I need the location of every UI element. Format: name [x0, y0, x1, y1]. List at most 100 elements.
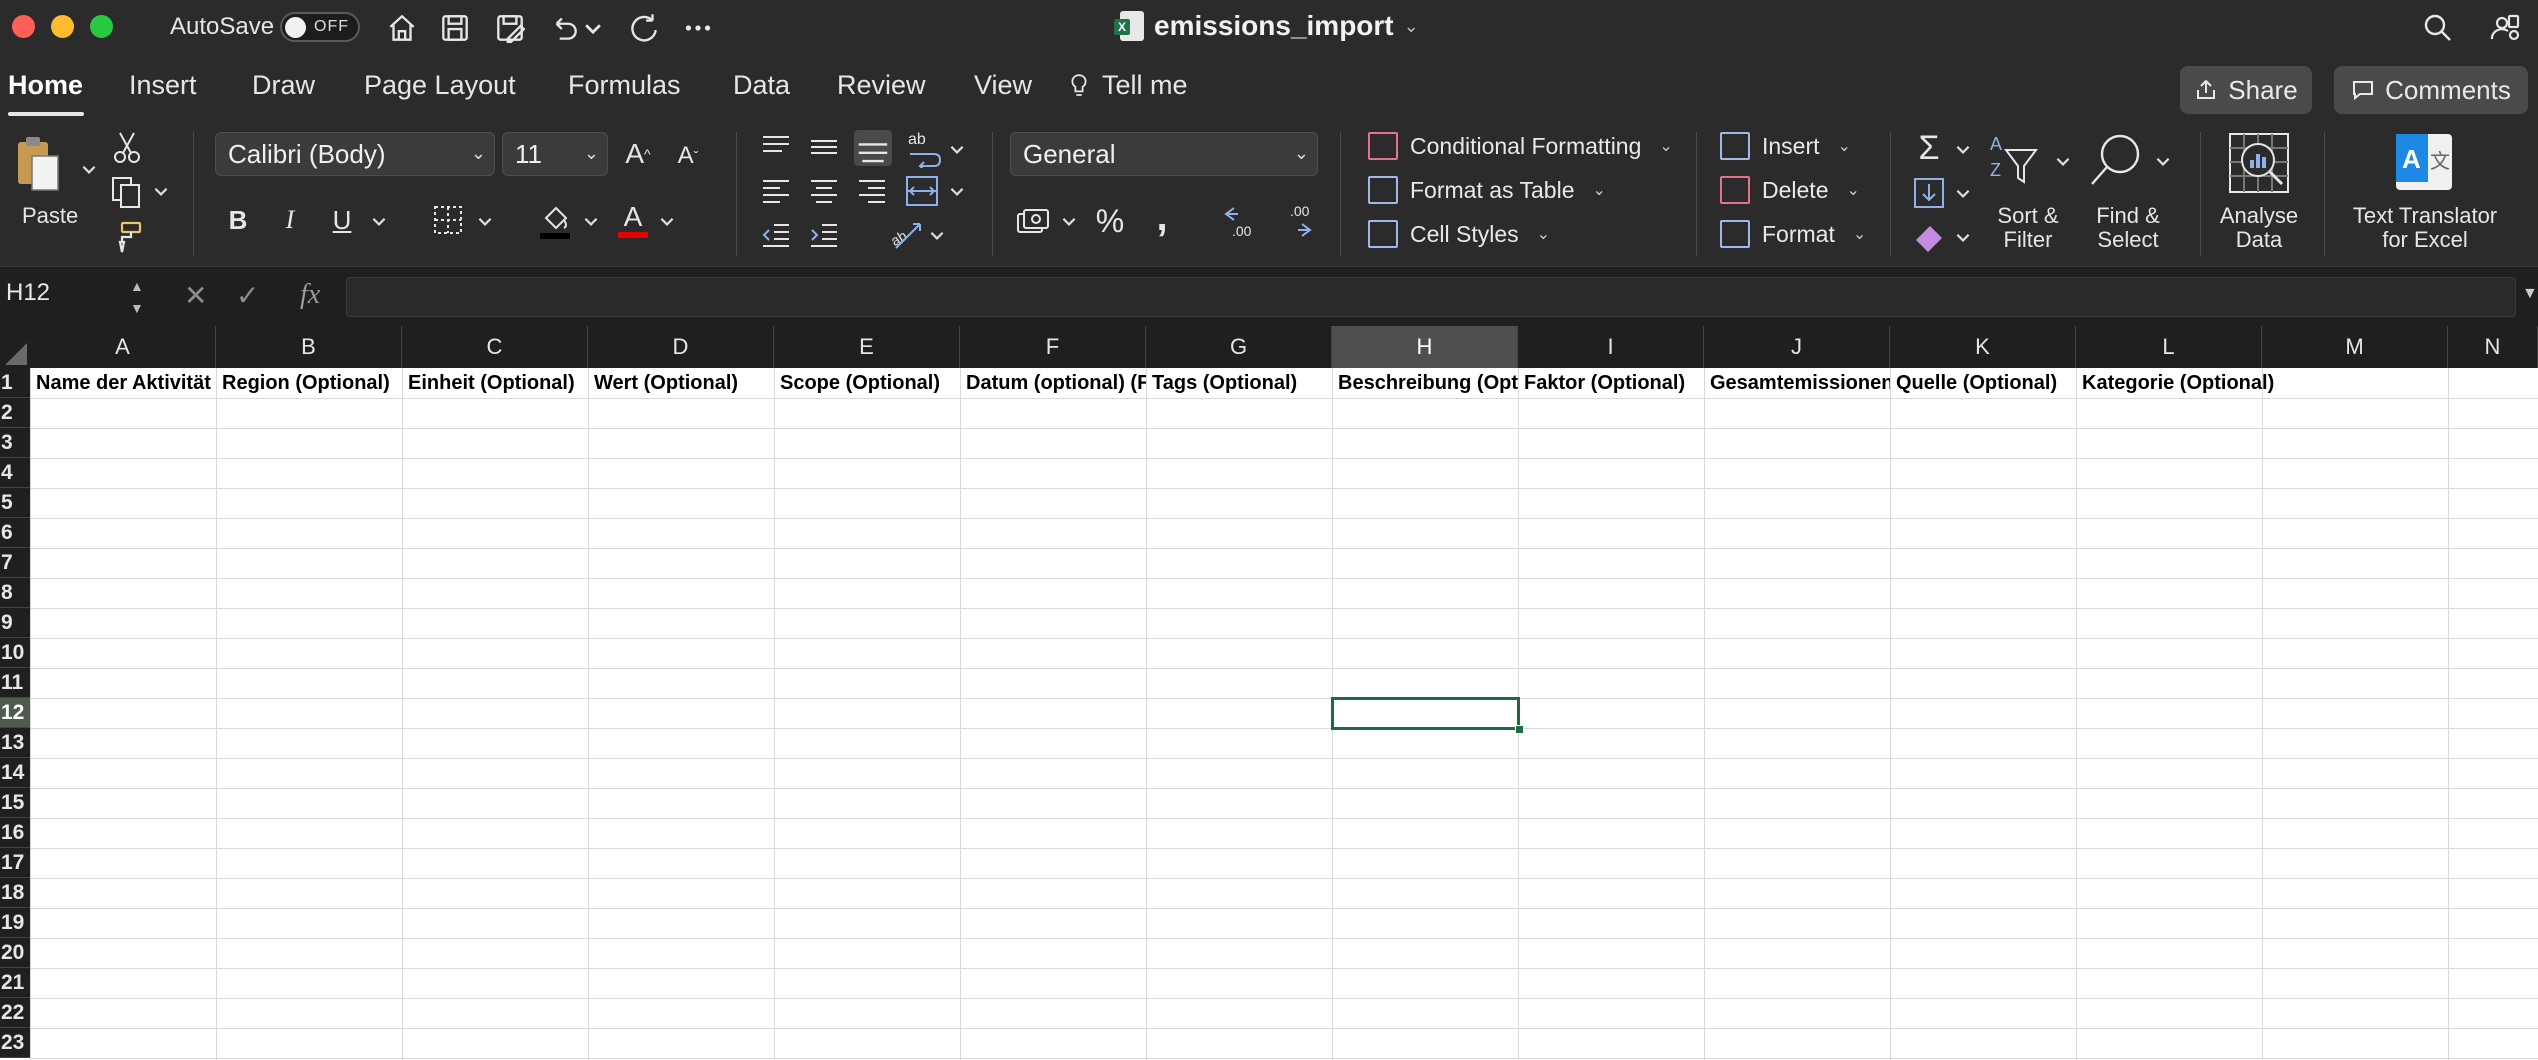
tab-view[interactable]: View: [974, 70, 1032, 101]
decrease-decimal-icon[interactable]: .00: [1276, 202, 1316, 242]
column-header-n[interactable]: N: [2448, 326, 2538, 368]
tab-insert[interactable]: Insert: [129, 70, 197, 101]
autosum-dropdown-chevron-icon[interactable]: [1954, 140, 1972, 158]
header-cell-f1[interactable]: Datum (optional) (Format: YYYY-MM-DD): [960, 368, 1146, 398]
column-header-g[interactable]: G: [1146, 326, 1332, 368]
autosave-toggle[interactable]: OFF: [280, 12, 360, 42]
zoom-window-button[interactable]: [90, 15, 113, 38]
column-header-h[interactable]: H: [1332, 326, 1518, 368]
cell-styles-button[interactable]: Cell Styles ⌄: [1368, 220, 1550, 248]
row-header-5[interactable]: 5: [0, 488, 30, 518]
column-header-k[interactable]: K: [1890, 326, 2076, 368]
wrap-text-dropdown-chevron-icon[interactable]: [948, 140, 966, 158]
increase-decimal-icon[interactable]: .00: [1222, 202, 1262, 242]
fill-icon[interactable]: [1912, 176, 1946, 210]
column-header-l[interactable]: L: [2076, 326, 2262, 368]
clear-dropdown-chevron-icon[interactable]: [1954, 228, 1972, 246]
sort-filter-dropdown-chevron-icon[interactable]: [2054, 152, 2072, 170]
percent-style-button[interactable]: %: [1092, 202, 1128, 240]
header-cell-a1[interactable]: Name der Aktivität: [30, 368, 216, 398]
format-as-table-button[interactable]: Format as Table ⌄: [1368, 176, 1606, 204]
row-header-16[interactable]: 16: [0, 818, 30, 848]
merge-center-icon[interactable]: [904, 174, 940, 208]
paste-icon[interactable]: [14, 134, 62, 196]
fill-handle[interactable]: [1515, 725, 1524, 734]
conditional-formatting-button[interactable]: Conditional Formatting ⌄: [1368, 132, 1673, 160]
header-cell-g1[interactable]: Tags (Optional): [1146, 368, 1332, 398]
align-left-icon[interactable]: [760, 176, 792, 206]
number-format-dropdown[interactable]: General ⌄: [1010, 132, 1318, 176]
column-header-b[interactable]: B: [216, 326, 402, 368]
column-header-m[interactable]: M: [2262, 326, 2448, 368]
row-header-17[interactable]: 17: [0, 848, 30, 878]
tab-home[interactable]: Home: [8, 70, 83, 101]
align-right-icon[interactable]: [856, 176, 888, 206]
row-header-1[interactable]: 1: [0, 368, 30, 398]
search-icon[interactable]: [2418, 8, 2458, 48]
find-select-icon[interactable]: [2088, 132, 2144, 192]
header-cell-h1[interactable]: Beschreibung (Optional): [1332, 368, 1518, 398]
orientation-icon[interactable]: ab: [886, 216, 926, 254]
orientation-dropdown-chevron-icon[interactable]: [928, 226, 946, 244]
font-color-icon[interactable]: A: [616, 200, 650, 240]
autosum-icon[interactable]: Σ: [1912, 129, 1946, 167]
insert-cells-button[interactable]: Insert ⌄: [1720, 132, 1851, 160]
cancel-entry-icon[interactable]: ✕: [184, 279, 207, 312]
column-header-i[interactable]: I: [1518, 326, 1704, 368]
comments-button[interactable]: Comments: [2334, 66, 2528, 114]
row-header-22[interactable]: 22: [0, 998, 30, 1028]
increase-indent-icon[interactable]: [808, 220, 840, 250]
row-header-2[interactable]: 2: [0, 398, 30, 428]
row-header-19[interactable]: 19: [0, 908, 30, 938]
delete-cells-button[interactable]: Delete ⌄: [1720, 176, 1860, 204]
header-cell-e1[interactable]: Scope (Optional): [774, 368, 960, 398]
formula-input[interactable]: [346, 277, 2516, 317]
underline-dropdown-chevron-icon[interactable]: [370, 212, 388, 230]
row-header-9[interactable]: 9: [0, 608, 30, 638]
fill-dropdown-chevron-icon[interactable]: [1954, 184, 1972, 202]
align-top-icon[interactable]: [760, 132, 792, 162]
bold-button[interactable]: B: [224, 202, 252, 238]
merge-dropdown-chevron-icon[interactable]: [948, 182, 966, 200]
row-header-14[interactable]: 14: [0, 758, 30, 788]
document-title[interactable]: emissions_import ⌄: [1114, 10, 1419, 42]
confirm-entry-icon[interactable]: ✓: [236, 279, 259, 312]
cut-icon[interactable]: [112, 130, 142, 164]
align-middle-icon[interactable]: [808, 132, 840, 162]
column-header-d[interactable]: D: [588, 326, 774, 368]
header-cell-k1[interactable]: Quelle (Optional): [1890, 368, 2076, 398]
increase-font-size-icon[interactable]: A ^: [620, 136, 656, 172]
selected-cell[interactable]: [1331, 697, 1520, 730]
name-box-stepper-icon[interactable]: ▲ ▼: [130, 275, 144, 319]
row-header-7[interactable]: 7: [0, 548, 30, 578]
copy-icon[interactable]: [110, 175, 144, 209]
font-color-dropdown-chevron-icon[interactable]: [658, 212, 676, 230]
home-icon[interactable]: [382, 8, 422, 48]
sort-filter-icon[interactable]: AZ: [1986, 130, 2040, 192]
share-button[interactable]: Share: [2180, 66, 2312, 114]
more-icon[interactable]: [678, 8, 718, 48]
row-header-13[interactable]: 13: [0, 728, 30, 758]
column-header-a[interactable]: A: [30, 326, 216, 368]
underline-button[interactable]: U: [328, 202, 356, 238]
paste-dropdown-chevron-icon[interactable]: [80, 160, 98, 178]
header-cell-l1[interactable]: Kategorie (Optional): [2076, 368, 2274, 398]
save-as-icon[interactable]: [490, 8, 530, 48]
text-translator-icon[interactable]: A文: [2392, 132, 2456, 194]
row-header-3[interactable]: 3: [0, 428, 30, 458]
select-all-button[interactable]: [0, 326, 30, 368]
font-name-dropdown[interactable]: Calibri (Body) ⌄: [215, 132, 495, 176]
tab-draw[interactable]: Draw: [252, 70, 315, 101]
row-header-10[interactable]: 10: [0, 638, 30, 668]
insert-function-button[interactable]: fx: [300, 279, 320, 311]
column-header-j[interactable]: J: [1704, 326, 1890, 368]
wrap-text-icon[interactable]: ab: [906, 128, 942, 168]
minimize-window-button[interactable]: [51, 15, 74, 38]
row-header-21[interactable]: 21: [0, 968, 30, 998]
comma-style-button[interactable]: ,: [1144, 195, 1180, 239]
expand-formula-bar-icon[interactable]: ▼: [2522, 285, 2538, 303]
fill-color-icon[interactable]: [538, 202, 572, 240]
tab-page-layout[interactable]: Page Layout: [364, 70, 516, 101]
tab-review[interactable]: Review: [837, 70, 926, 101]
align-center-icon[interactable]: [808, 176, 840, 206]
